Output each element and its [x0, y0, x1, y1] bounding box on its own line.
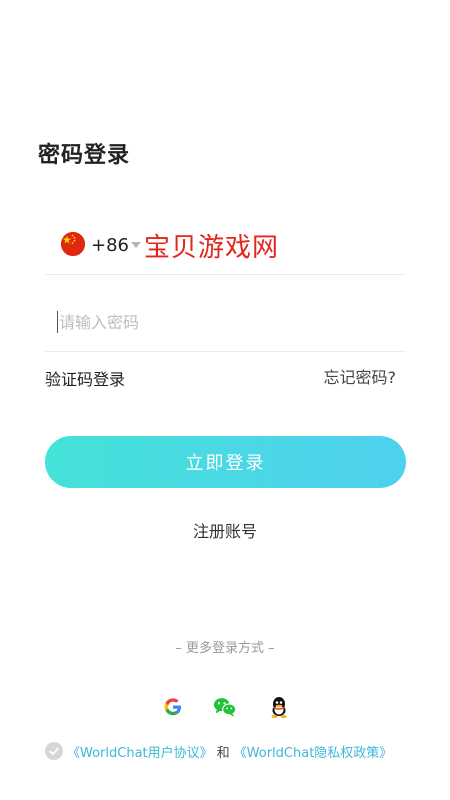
more-login-label: – 更多登录方式 –: [175, 641, 275, 656]
login-button[interactable]: 立即登录: [45, 436, 406, 488]
page-title: 密码登录: [38, 143, 131, 168]
agreement-row: 《WorldChat用户协议》和《WorldChat隐私权政策》: [45, 741, 415, 763]
agreement-and-text: 和: [216, 746, 230, 761]
watermark-text: 宝贝游戏网: [144, 233, 280, 263]
google-icon[interactable]: [160, 694, 186, 720]
phone-row: +86 宝贝游戏网: [45, 222, 406, 275]
password-row: [45, 297, 406, 352]
china-flag-icon[interactable]: [61, 232, 85, 256]
text-caret: [57, 311, 58, 333]
agreement-checkbox[interactable]: [45, 742, 63, 760]
privacy-policy-link[interactable]: 《WorldChat隐私权政策》: [234, 746, 393, 761]
country-code[interactable]: +86: [91, 235, 129, 256]
register-link[interactable]: 注册账号: [0, 518, 450, 542]
forgot-password-link[interactable]: 忘记密码?: [324, 364, 397, 388]
sms-login-link[interactable]: 验证码登录: [45, 366, 125, 390]
user-agreement-link[interactable]: 《WorldChat用户协议》: [67, 746, 213, 761]
password-input[interactable]: [59, 305, 389, 339]
qq-icon[interactable]: [266, 694, 292, 720]
wechat-icon[interactable]: [212, 694, 238, 720]
chevron-down-icon[interactable]: [131, 242, 141, 248]
